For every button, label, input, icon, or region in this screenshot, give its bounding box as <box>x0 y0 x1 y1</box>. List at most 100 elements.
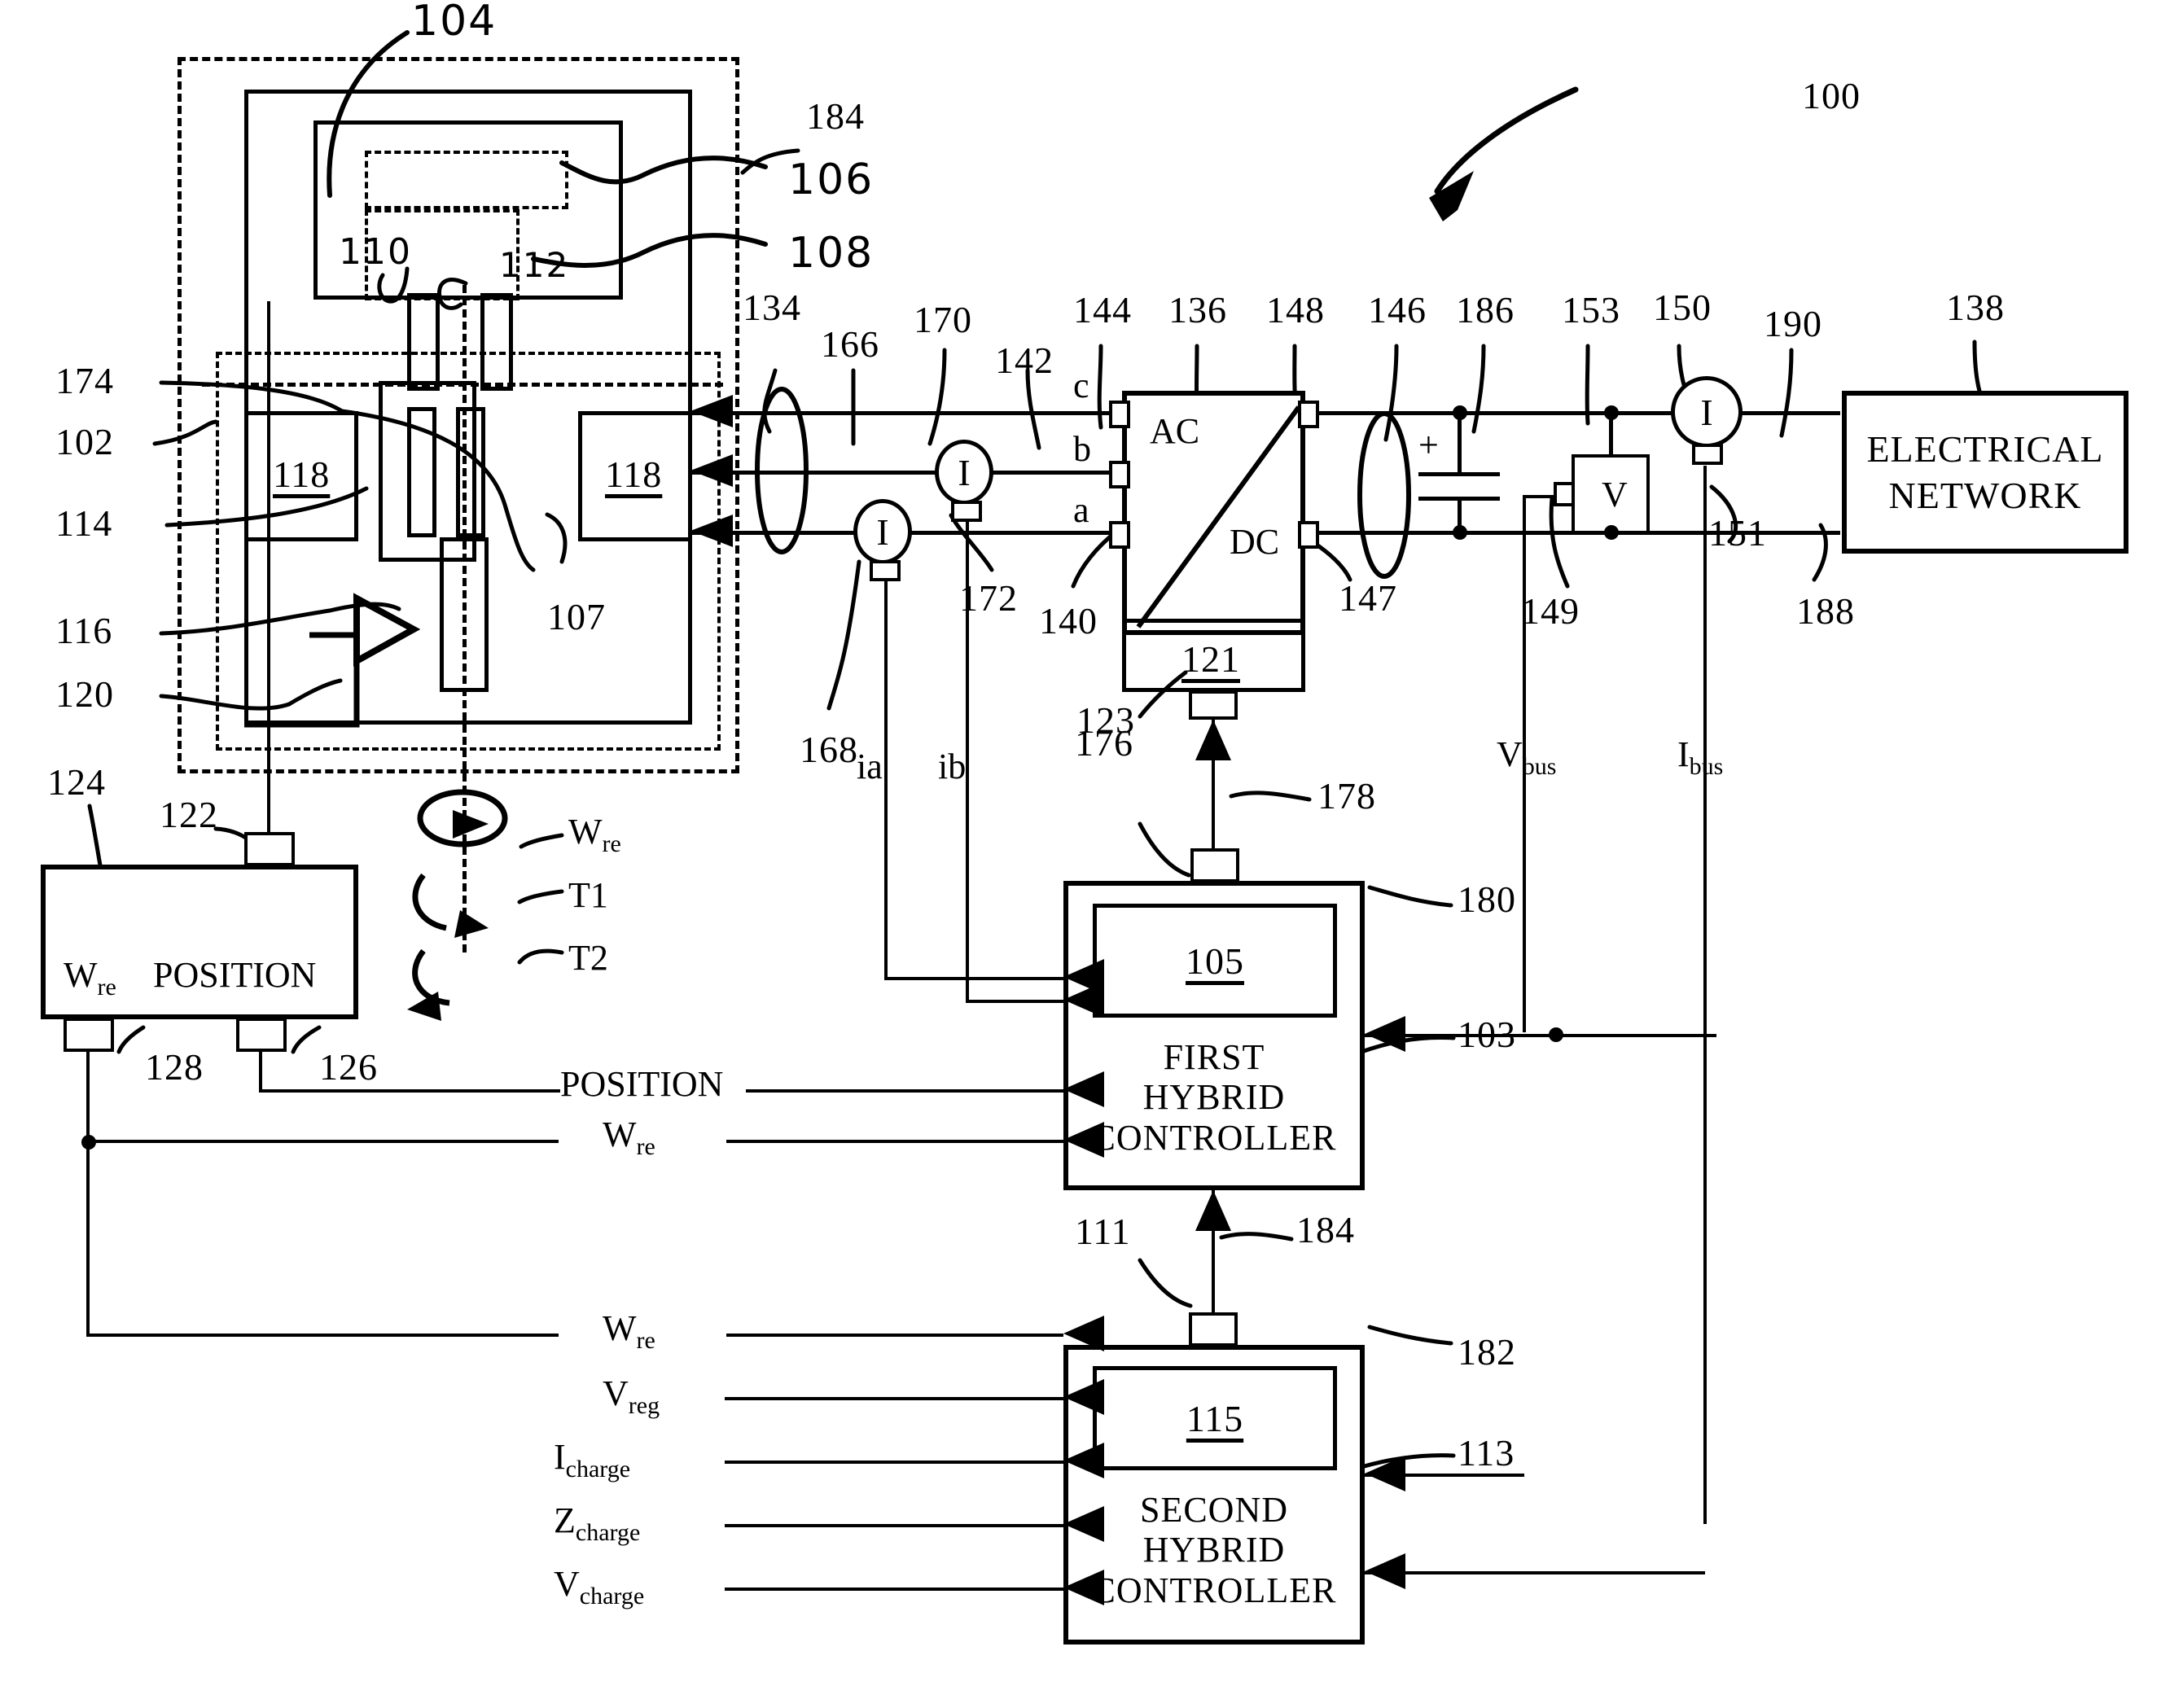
second-hybrid-controller-182: 115 SECOND HYBRID CONTROLLER <box>1063 1345 1365 1644</box>
wre-line-right2 <box>86 1334 559 1337</box>
phase-line-c <box>690 411 1122 415</box>
node-voltmeter-top <box>1604 405 1619 420</box>
label-wre-shaft: Wre <box>568 814 621 856</box>
callout-184-top: 184 <box>806 95 865 137</box>
callout-176: 176 <box>1075 722 1133 764</box>
converter-terminal-dc-neg-147 <box>1298 521 1319 549</box>
first-controller-line1: FIRST <box>1163 1037 1265 1077</box>
vbus-sub: bus <box>1522 752 1557 780</box>
callout-144: 144 <box>1073 289 1132 331</box>
position-sensor-mount-122 <box>244 832 295 866</box>
dc-bus-positive <box>1319 411 1840 415</box>
callout-113: 113 <box>1458 1432 1515 1474</box>
callout-178: 178 <box>1317 775 1376 817</box>
wre-sig2-sub: re <box>636 1326 655 1354</box>
second-controller-top-port <box>1189 1312 1238 1347</box>
ibus-signal-line <box>1703 466 1707 1524</box>
shaft-axis-line <box>462 285 467 953</box>
node-vbus-first-ctrl <box>1549 1027 1563 1042</box>
capacitor-plus-sign: + <box>1418 425 1439 465</box>
ammeter-phase-a-166: I <box>853 499 912 564</box>
winding-left-label: 118 <box>273 453 331 495</box>
converter-terminal-a-140 <box>1109 521 1130 549</box>
label-wre-signal2: Wre <box>603 1311 655 1353</box>
bus-ammeter-150: I <box>1671 376 1743 448</box>
callout-180: 180 <box>1458 878 1516 920</box>
core-slot-b <box>456 407 485 537</box>
label-ibus: Ibus <box>1677 737 1723 779</box>
sensor-shaft-link <box>267 301 270 834</box>
callout-170: 170 <box>914 299 972 340</box>
callout-106: 106 <box>788 155 875 204</box>
electrical-network-138: ELECTRICAL NETWORK <box>1842 391 2128 554</box>
zcharge-main: Z <box>554 1500 576 1540</box>
node-voltmeter-bottom <box>1604 525 1619 540</box>
callout-168: 168 <box>800 729 858 770</box>
node-cap-bottom <box>1453 525 1467 540</box>
converter-block-136: AC DC <box>1122 391 1305 635</box>
zcharge-sub: charge <box>575 1518 641 1546</box>
phase-label-a: a <box>1073 490 1089 530</box>
callout-150: 150 <box>1653 287 1712 328</box>
callout-166: 166 <box>821 323 879 365</box>
callout-186: 186 <box>1456 289 1515 331</box>
network-line1: ELECTRICAL <box>1866 427 2104 470</box>
callout-128: 128 <box>145 1046 204 1088</box>
first-hybrid-controller-180: 105 FIRST HYBRID CONTROLLER <box>1063 881 1365 1190</box>
first-controller-module-105: 105 <box>1093 904 1337 1018</box>
ia-signal-line <box>884 581 888 980</box>
callout-104: 104 <box>411 0 498 46</box>
vbus-to-first-controller <box>1365 1034 1716 1037</box>
vbus-tap <box>1523 495 1555 498</box>
callout-190: 190 <box>1764 303 1822 344</box>
callout-122: 122 <box>160 794 218 835</box>
bus-ammeter-port-151 <box>1692 444 1723 465</box>
core-leg-left <box>407 293 440 391</box>
first-controller-top-port <box>1190 848 1239 882</box>
callout-148: 148 <box>1266 289 1325 331</box>
position-sensor-position-port-126 <box>236 1018 287 1052</box>
network-line2: NETWORK <box>1888 475 2082 516</box>
vreg-sub: reg <box>628 1391 660 1419</box>
position-line-right <box>259 1089 560 1093</box>
core-leg-right <box>480 293 513 391</box>
second-controller-line3: CONTROLLER <box>1091 1570 1337 1610</box>
converter-terminal-b <box>1109 461 1130 488</box>
icharge-sub: charge <box>565 1455 631 1482</box>
icharge-input-line <box>725 1461 1063 1464</box>
converter-command-port-123 <box>1189 690 1238 720</box>
first-controller-module-label: 105 <box>1186 939 1244 982</box>
ammeter-glyph-b: I <box>958 451 971 493</box>
position-sensor-name: POSITION <box>153 955 317 995</box>
wre-arrow-line <box>726 1140 1063 1143</box>
callout-188: 188 <box>1796 590 1855 632</box>
voltmeter-output-port-149 <box>1554 482 1575 506</box>
phase-label-b: b <box>1073 429 1091 469</box>
vcharge-sub: charge <box>579 1582 645 1609</box>
winding-left-118: 118 <box>244 411 358 541</box>
callout-126: 126 <box>319 1046 378 1088</box>
zcharge-input-line <box>725 1524 1063 1527</box>
label-t1: T1 <box>568 875 608 915</box>
label-zcharge: Zcharge <box>554 1503 640 1545</box>
callout-149: 149 <box>1521 590 1580 632</box>
ammeter-a-port <box>870 560 901 581</box>
converter-terminal-dc-pos-148 <box>1298 401 1319 428</box>
position-sensor-124: Wre POSITION <box>41 865 358 1019</box>
second-controller-line2: HYBRID <box>1142 1530 1286 1570</box>
callout-107: 107 <box>547 596 606 637</box>
voltmeter-153: V <box>1572 454 1650 534</box>
callout-136: 136 <box>1168 289 1227 331</box>
wre-line-right <box>86 1140 559 1143</box>
voltmeter-glyph: V <box>1602 475 1628 515</box>
icharge-main: I <box>554 1437 566 1477</box>
callout-153: 153 <box>1562 289 1620 331</box>
ammeter-glyph-a: I <box>876 510 889 553</box>
callout-124: 124 <box>47 761 106 803</box>
vreg-main: V <box>603 1373 629 1413</box>
callout-174: 174 <box>55 360 114 401</box>
vbus-to-second-controller <box>1365 1474 1524 1477</box>
callout-116: 116 <box>55 610 113 651</box>
converter-ac-label: AC <box>1150 411 1200 451</box>
first-controller-title: FIRST HYBRID CONTROLLER <box>1068 1037 1360 1158</box>
